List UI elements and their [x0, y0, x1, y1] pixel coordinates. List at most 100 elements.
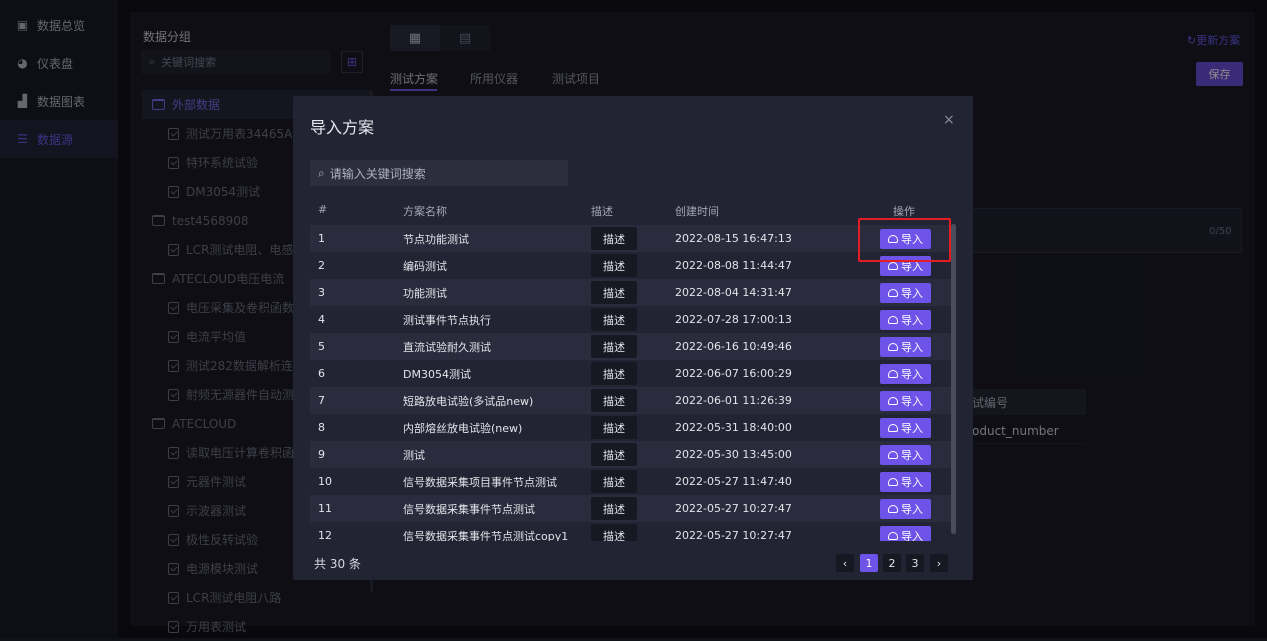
import-button[interactable]: 导入	[880, 445, 931, 465]
cloud-upload-icon	[888, 451, 898, 459]
row-index: 4	[318, 313, 325, 326]
import-button[interactable]: 导入	[880, 472, 931, 492]
import-button[interactable]: 导入	[880, 391, 931, 411]
import-label: 导入	[901, 449, 923, 462]
row-created-time: 2022-06-16 10:49:46	[675, 340, 792, 353]
import-label: 导入	[901, 530, 923, 541]
row-created-time: 2022-08-15 16:47:13	[675, 232, 792, 245]
row-created-time: 2022-05-27 11:47:40	[675, 475, 792, 488]
row-index: 8	[318, 421, 325, 434]
cloud-upload-icon	[888, 289, 898, 297]
row-index: 9	[318, 448, 325, 461]
row-name: 编码测试	[403, 259, 447, 273]
row-name: 功能测试	[403, 286, 447, 300]
import-label: 导入	[901, 368, 923, 381]
row-created-time: 2022-07-28 17:00:13	[675, 313, 792, 326]
cloud-upload-icon	[888, 370, 898, 378]
describe-button[interactable]: 描述	[591, 443, 637, 466]
cloud-upload-icon	[888, 505, 898, 513]
describe-button[interactable]: 描述	[591, 335, 637, 358]
row-index: 5	[318, 340, 325, 353]
row-name: DM3054测试	[403, 367, 471, 381]
describe-button[interactable]: 描述	[591, 254, 637, 277]
table-row: 9 测试 描述 2022-05-30 13:45:00 导入	[310, 441, 952, 468]
row-name: 节点功能测试	[403, 232, 469, 246]
describe-button[interactable]: 描述	[591, 227, 637, 250]
row-name: 信号数据采集事件节点测试copy1	[403, 529, 569, 542]
row-index: 3	[318, 286, 325, 299]
table-row: 8 内部熔丝放电试验(new) 描述 2022-05-31 18:40:00 导入	[310, 414, 952, 441]
cloud-upload-icon	[888, 397, 898, 405]
describe-button[interactable]: 描述	[591, 470, 637, 493]
col-header-name: 方案名称	[403, 205, 447, 218]
import-label: 导入	[901, 341, 923, 354]
close-icon[interactable]: ×	[943, 112, 955, 128]
describe-button[interactable]: 描述	[591, 416, 637, 439]
row-created-time: 2022-08-08 11:44:47	[675, 259, 792, 272]
describe-button[interactable]: 描述	[591, 389, 637, 412]
search-icon: ⌕	[318, 165, 325, 180]
describe-button[interactable]: 描述	[591, 308, 637, 331]
row-created-time: 2022-08-04 14:31:47	[675, 286, 792, 299]
table-row: 10 信号数据采集项目事件节点测试 描述 2022-05-27 11:47:40 导入	[310, 468, 952, 495]
table-row: 7 短路放电试验(多试品new) 描述 2022-06-01 11:26:39 导入	[310, 387, 952, 414]
row-created-time: 2022-05-27 10:27:47	[675, 529, 792, 541]
next-page-button[interactable]: ›	[930, 554, 948, 572]
total-count: 共 30 条	[314, 557, 361, 571]
table-scrollbar[interactable]	[951, 224, 956, 534]
row-created-time: 2022-06-07 16:00:29	[675, 367, 792, 380]
import-button[interactable]: 导入	[880, 526, 931, 541]
table-row: 2 编码测试 描述 2022-08-08 11:44:47 导入	[310, 252, 952, 279]
table-row: 11 信号数据采集事件节点测试 描述 2022-05-27 10:27:47 导入	[310, 495, 952, 522]
import-button[interactable]: 导入	[880, 283, 931, 303]
cloud-upload-icon	[888, 316, 898, 324]
describe-button[interactable]: 描述	[591, 281, 637, 304]
row-name: 直流试验耐久测试	[403, 340, 491, 354]
table-row: 1 节点功能测试 描述 2022-08-15 16:47:13 导入	[310, 225, 952, 252]
import-button[interactable]: 导入	[880, 337, 931, 357]
import-button[interactable]: 导入	[880, 499, 931, 519]
cloud-upload-icon	[888, 262, 898, 270]
describe-button[interactable]: 描述	[591, 362, 637, 385]
cloud-upload-icon	[888, 478, 898, 486]
col-header-action: 操作	[893, 205, 915, 218]
row-index: 1	[318, 232, 325, 245]
modal-search-input[interactable]: ⌕ 请输入关键词搜索	[310, 160, 568, 186]
describe-button[interactable]: 描述	[591, 497, 637, 520]
col-header-time: 创建时间	[675, 205, 719, 218]
row-created-time: 2022-06-01 11:26:39	[675, 394, 792, 407]
modal-title: 导入方案	[310, 118, 375, 137]
import-label: 导入	[901, 314, 923, 327]
cloud-upload-icon	[888, 343, 898, 351]
cloud-upload-icon	[888, 532, 898, 540]
prev-page-button[interactable]: ‹	[836, 554, 854, 572]
chevron-right-icon: ›	[936, 556, 942, 570]
row-index: 2	[318, 259, 325, 272]
row-name: 信号数据采集项目事件节点测试	[403, 475, 557, 489]
table-row: 6 DM3054测试 描述 2022-06-07 16:00:29 导入	[310, 360, 952, 387]
chevron-left-icon: ‹	[842, 556, 848, 570]
import-button[interactable]: 导入	[880, 418, 931, 438]
row-created-time: 2022-05-27 10:27:47	[675, 502, 792, 515]
import-button[interactable]: 导入	[880, 310, 931, 330]
col-header-desc: 描述	[591, 205, 613, 218]
annotation-highlight-box	[858, 218, 951, 262]
import-label: 导入	[901, 422, 923, 435]
page-2-button[interactable]: 2	[883, 554, 901, 572]
row-created-time: 2022-05-31 18:40:00	[675, 421, 792, 434]
import-label: 导入	[901, 287, 923, 300]
page-1-button[interactable]: 1	[860, 554, 878, 572]
describe-button[interactable]: 描述	[591, 524, 637, 541]
row-index: 7	[318, 394, 325, 407]
table-row: 3 功能测试 描述 2022-08-04 14:31:47 导入	[310, 279, 952, 306]
page-3-button[interactable]: 3	[906, 554, 924, 572]
row-name: 短路放电试验(多试品new)	[403, 394, 534, 408]
import-button[interactable]: 导入	[880, 364, 931, 384]
import-label: 导入	[901, 395, 923, 408]
row-name: 测试	[403, 448, 425, 462]
row-name: 信号数据采集事件节点测试	[403, 502, 535, 516]
row-created-time: 2022-05-30 13:45:00	[675, 448, 792, 461]
row-name: 测试事件节点执行	[403, 313, 491, 327]
table-row: 4 测试事件节点执行 描述 2022-07-28 17:00:13 导入	[310, 306, 952, 333]
table-row: 12 信号数据采集事件节点测试copy1 描述 2022-05-27 10:27:47…	[310, 522, 952, 541]
